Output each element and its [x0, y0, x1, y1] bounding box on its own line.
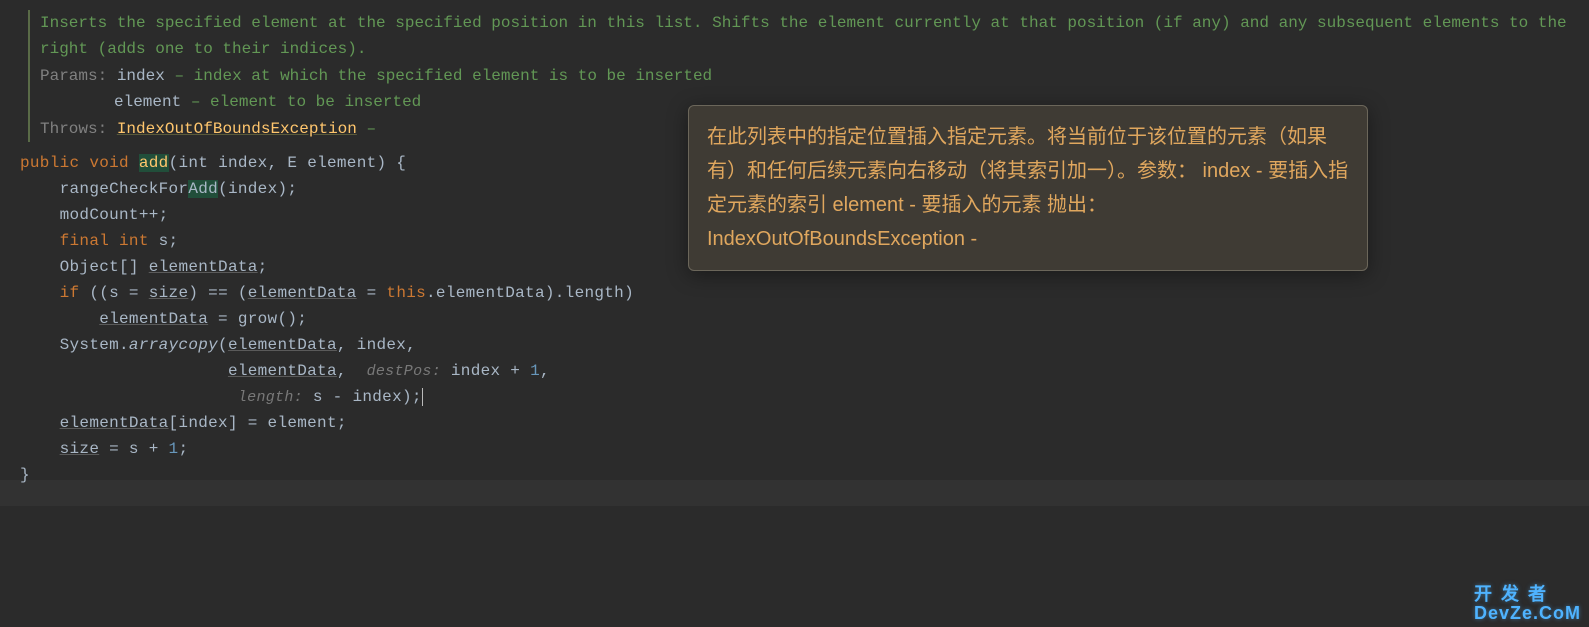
code-line[interactable]: System.arraycopy(elementData, index,: [20, 332, 1589, 358]
javadoc-throws-exception[interactable]: IndexOutOfBoundsException: [117, 120, 357, 138]
javadoc-params-label: Params:: [40, 67, 107, 85]
watermark: 开 发 者 DevZe.CoM: [1474, 585, 1581, 623]
method-name-highlight: add: [139, 154, 169, 172]
watermark-row2: DevZe.CoM: [1474, 604, 1581, 623]
code-line-current[interactable]: length: s - index);: [20, 384, 1589, 410]
code-line[interactable]: elementData, destPos: index + 1,: [20, 358, 1589, 384]
javadoc-params-row: Params: index – index at which the speci…: [40, 63, 1589, 89]
javadoc-param-name-0: index: [117, 67, 165, 85]
translation-tooltip: 在此列表中的指定位置插入指定元素。将当前位于该位置的元素（如果有）和任何后续元素…: [688, 105, 1368, 271]
javadoc-description: Inserts the specified element at the spe…: [40, 10, 1589, 63]
tooltip-text: 在此列表中的指定位置插入指定元素。将当前位于该位置的元素（如果有）和任何后续元素…: [707, 126, 1348, 250]
code-line[interactable]: elementData[index] = element;: [20, 410, 1589, 436]
text-cursor: [422, 388, 423, 406]
javadoc-throws-rest: –: [366, 120, 376, 138]
code-line[interactable]: }: [20, 462, 1589, 488]
code-line[interactable]: if if ((s = ((s = size) == (elementData …: [20, 280, 1589, 306]
javadoc-param-name-1: element: [114, 93, 181, 111]
javadoc-throws-label: Throws:: [40, 120, 107, 138]
parameter-hint: destPos:: [367, 363, 441, 380]
javadoc-param-desc-1: – element to be inserted: [191, 93, 421, 111]
javadoc-param-desc-0: – index at which the specified element i…: [174, 67, 712, 85]
watermark-row1: 开 发 者: [1474, 585, 1581, 604]
code-line[interactable]: elementData = grow();: [20, 306, 1589, 332]
code-line[interactable]: size = s + 1;: [20, 436, 1589, 462]
search-match-highlight: Add: [188, 180, 218, 198]
parameter-hint: length:: [238, 389, 303, 406]
